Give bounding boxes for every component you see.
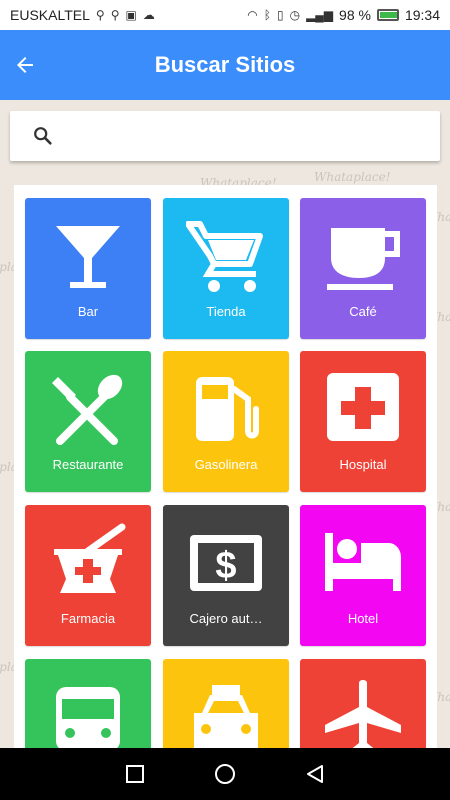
usb-icon-2: ⚲: [110, 8, 120, 22]
cocktail-icon: [56, 226, 120, 288]
home-button[interactable]: [205, 754, 245, 794]
category-label: Hospital: [339, 457, 387, 472]
image-notification-icon: ▣: [125, 8, 137, 22]
shopping-cart-icon: [186, 221, 263, 292]
category-tile-tienda[interactable]: Tienda: [163, 198, 289, 339]
category-label: Farmacia: [60, 611, 116, 626]
hospital-icon: [327, 373, 399, 441]
battery-icon: [376, 9, 399, 21]
arrow-back-icon: [17, 57, 33, 73]
bed-icon: [325, 533, 401, 591]
category-label: Hotel: [347, 611, 379, 626]
triangle-back-icon: [307, 765, 323, 783]
carrier-name: EUSKALTEL: [10, 7, 90, 23]
category-tile-hotel[interactable]: Hotel: [300, 505, 426, 646]
category-label: Bar: [77, 304, 99, 319]
gas-pump-icon: [196, 377, 259, 441]
category-grid: Bar Tienda Café Restaurante Gasolinera H…: [14, 185, 437, 800]
category-label: Tienda: [206, 304, 246, 319]
square-icon: [126, 765, 144, 783]
battery-percent: 98 %: [339, 7, 371, 23]
mortar-pestle-icon: [54, 523, 126, 593]
cloud-icon: ☁: [142, 8, 155, 22]
search-icon: [34, 127, 52, 145]
recents-button[interactable]: [115, 754, 155, 794]
signal-icon: ▂▄▆: [306, 8, 334, 22]
app-bar: Buscar Sitios: [0, 30, 450, 100]
system-nav-bar: [0, 748, 450, 800]
category-tile-cajero[interactable]: $ Cajero aut…: [163, 505, 289, 646]
category-tile-bar[interactable]: Bar: [25, 198, 151, 339]
clock: 19:34: [404, 7, 440, 23]
bluetooth-icon: ᛒ: [263, 8, 271, 22]
headphones-icon: ◠: [247, 8, 258, 22]
search-input[interactable]: [70, 127, 410, 145]
fork-spoon-icon: [52, 374, 123, 445]
category-label: Cajero aut…: [189, 611, 263, 626]
status-bar: EUSKALTEL ⚲ ⚲ ▣ ☁ ◠ ᛒ ▯ ◷ ▂▄▆ 98 % 19:34: [0, 0, 450, 30]
category-tile-restaurante[interactable]: Restaurante: [25, 351, 151, 492]
airplane-icon: [325, 680, 401, 755]
category-tile-hospital[interactable]: Hospital: [300, 351, 426, 492]
search-bar[interactable]: [10, 111, 440, 161]
coffee-cup-icon: [327, 228, 400, 290]
category-tile-gasolinera[interactable]: Gasolinera: [163, 351, 289, 492]
usb-icon: ⚲: [95, 8, 105, 22]
vibrate-icon: ▯: [276, 8, 284, 22]
svg-text:$: $: [215, 545, 236, 587]
circle-icon: [215, 764, 235, 784]
category-label: Gasolinera: [194, 457, 258, 472]
back-nav-button[interactable]: [295, 754, 335, 794]
bus-icon: [56, 687, 120, 751]
category-tile-cafe[interactable]: Café: [300, 198, 426, 339]
page-title: Buscar Sitios: [154, 52, 296, 77]
category-label: Restaurante: [52, 457, 124, 472]
atm-icon: $: [190, 535, 262, 591]
back-button[interactable]: [0, 30, 50, 100]
watermark: Whataplace!: [314, 170, 391, 184]
alarm-icon: ◷: [289, 8, 301, 22]
category-tile-farmacia[interactable]: Farmacia: [25, 505, 151, 646]
category-label: Café: [349, 304, 377, 319]
taxi-icon: [194, 685, 258, 751]
